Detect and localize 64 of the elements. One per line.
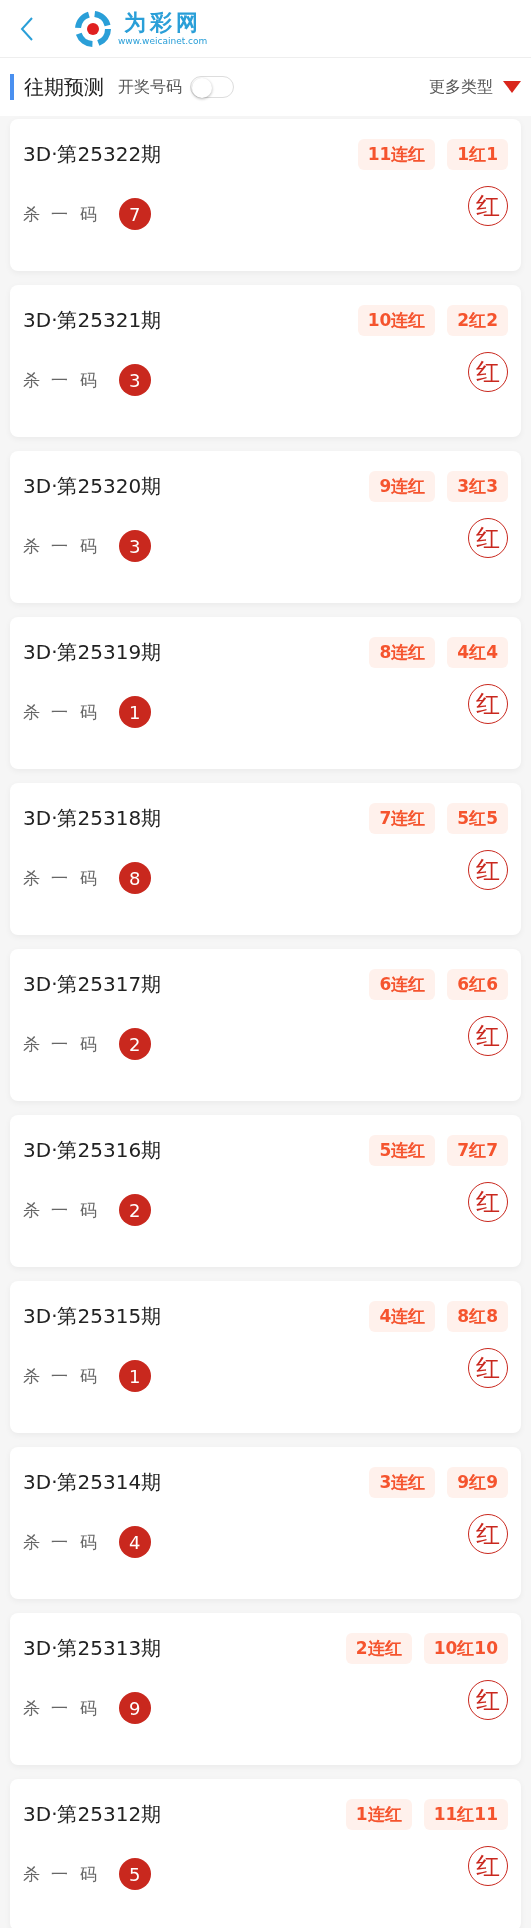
streak-tag: 1连红: [345, 1798, 412, 1830]
prediction-label: 杀 一 码: [23, 1862, 97, 1886]
period-title: 3D·第25319期: [23, 638, 162, 666]
number-ball: 8: [118, 862, 151, 894]
ratio-tag: 9红9: [447, 1466, 508, 1498]
prediction-label: 杀 一 码: [23, 202, 97, 226]
logo-name: 为彩网: [123, 10, 202, 36]
prediction-label: 杀 一 码: [23, 1364, 97, 1388]
number-ball: 4: [118, 1526, 151, 1558]
period-title: 3D·第25318期: [23, 804, 162, 832]
toggle-label: 开奖号码: [118, 76, 182, 98]
logo-url: www.weicainet.com: [118, 36, 208, 47]
period-title: 3D·第25317期: [23, 970, 162, 998]
prediction-label: 杀 一 码: [23, 1032, 97, 1056]
number-ball: 3: [118, 530, 151, 562]
logo-icon: [74, 9, 112, 48]
ratio-tag: 2红2: [447, 304, 508, 336]
prediction-label: 杀 一 码: [23, 534, 97, 558]
prediction-label: 杀 一 码: [23, 866, 97, 890]
period-title: 3D·第25314期: [23, 1468, 162, 1496]
more-types-dropdown[interactable]: 更多类型: [429, 76, 521, 98]
prediction-label: 杀 一 码: [23, 700, 97, 724]
period-title: 3D·第25315期: [23, 1302, 162, 1330]
streak-tag: 3连红: [369, 1466, 436, 1498]
number-ball: 7: [118, 198, 151, 230]
number-ball: 1: [118, 1360, 151, 1392]
back-icon: [20, 15, 34, 42]
streak-tag: 11连红: [357, 138, 436, 170]
ratio-tag: 1红1: [447, 138, 508, 170]
streak-tag: 5连红: [369, 1134, 436, 1166]
prediction-label: 杀 一 码: [23, 1696, 97, 1720]
streak-tag: 2连红: [345, 1632, 412, 1664]
number-ball: 2: [118, 1028, 151, 1060]
period-title: 3D·第25313期: [23, 1634, 162, 1662]
ratio-tag: 3红3: [447, 470, 508, 502]
number-ball: 1: [118, 696, 151, 728]
ratio-tag: 5红5: [447, 802, 508, 834]
number-ball: 5: [118, 1858, 151, 1890]
streak-tag: 9连红: [369, 470, 436, 502]
prediction-label: 杀 一 码: [23, 1198, 97, 1222]
ratio-tag: 7红7: [447, 1134, 508, 1166]
prediction-label: 杀 一 码: [23, 368, 97, 392]
number-ball: 9: [118, 1692, 151, 1724]
ratio-tag: 6红6: [447, 968, 508, 1000]
prediction-label: 杀 一 码: [23, 1530, 97, 1554]
streak-tag: 4连红: [369, 1300, 436, 1332]
period-title: 3D·第25320期: [23, 472, 162, 500]
number-ball: 3: [118, 364, 151, 396]
period-title: 3D·第25312期: [23, 1800, 162, 1828]
ratio-tag: 11红11: [423, 1798, 508, 1830]
caret-icon: [503, 81, 521, 93]
section-title: 往期预测: [24, 73, 104, 101]
streak-tag: 7连红: [369, 802, 436, 834]
streak-tag: 10连红: [357, 304, 436, 336]
toggle-switch[interactable]: [190, 76, 234, 98]
period-title: 3D·第25322期: [23, 140, 162, 168]
ratio-tag: 10红10: [423, 1632, 508, 1664]
number-ball: 2: [118, 1194, 151, 1226]
period-title: 3D·第25316期: [23, 1136, 162, 1164]
ratio-tag: 4红4: [447, 636, 508, 668]
ratio-tag: 8红8: [447, 1300, 508, 1332]
streak-tag: 8连红: [369, 636, 436, 668]
streak-tag: 6连红: [369, 968, 436, 1000]
period-title: 3D·第25321期: [23, 306, 162, 334]
